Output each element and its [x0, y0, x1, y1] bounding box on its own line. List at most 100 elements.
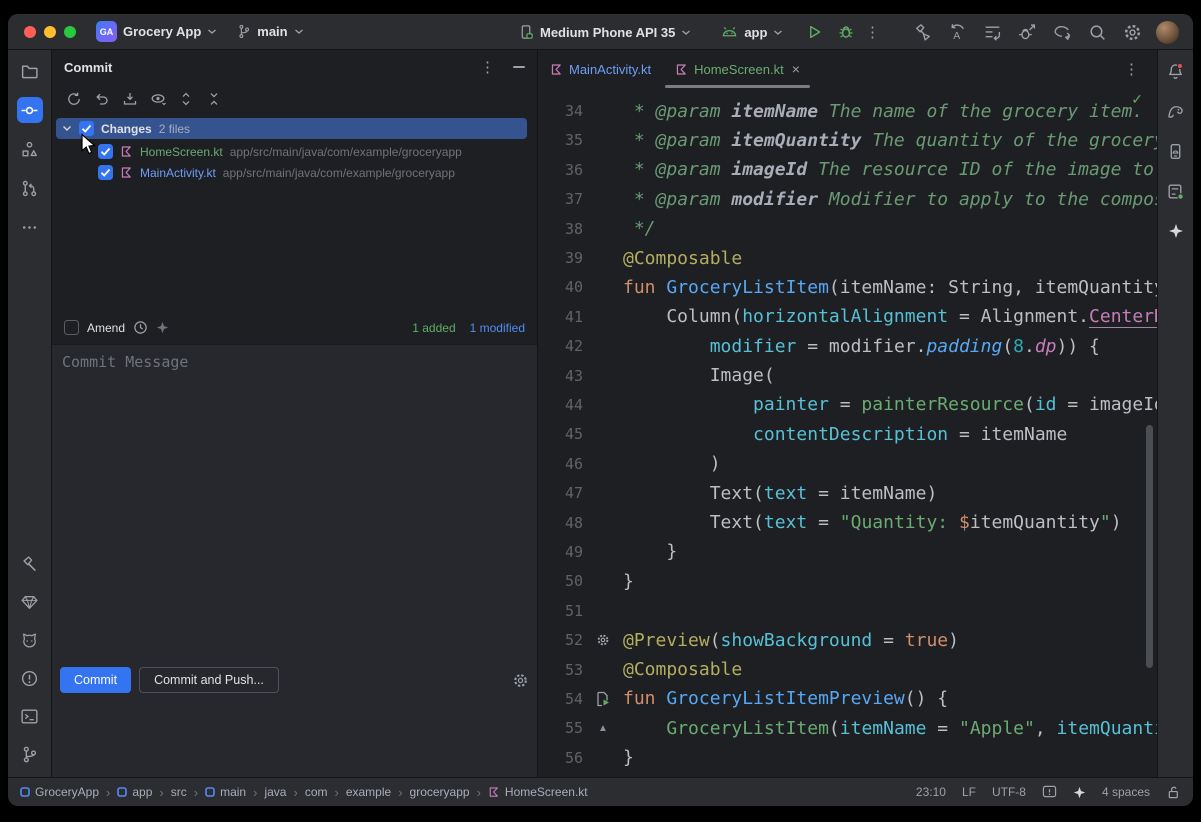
history-clock-icon[interactable]: [133, 320, 148, 335]
tab-mainactivity[interactable]: MainActivity.kt: [538, 50, 663, 88]
code-text[interactable]: GroceryListItem(itemName = "Apple", item…: [623, 718, 1157, 739]
line-number[interactable]: 51: [538, 602, 583, 620]
code-line[interactable]: 38 */: [538, 214, 1157, 243]
breadcrumb-item[interactable]: HomeScreen.kt: [488, 785, 588, 799]
code-text[interactable]: @Preview(showBackground = true): [623, 630, 959, 651]
line-number[interactable]: 36: [538, 161, 583, 179]
gradle-tool-button[interactable]: [1163, 98, 1189, 124]
line-number[interactable]: 53: [538, 661, 583, 679]
code-text[interactable]: }: [623, 571, 634, 592]
code-text[interactable]: * @param itemName The name of the grocer…: [623, 101, 1143, 122]
line-number[interactable]: 47: [538, 484, 583, 502]
attach-debugger-button[interactable]: [1016, 21, 1038, 43]
branch-widget[interactable]: main: [231, 21, 309, 42]
code-line[interactable]: 36 * @param imageId The resource ID of t…: [538, 155, 1157, 184]
code-line[interactable]: 43 Image(: [538, 361, 1157, 390]
code-text[interactable]: @Composable: [623, 659, 742, 680]
line-number[interactable]: 49: [538, 543, 583, 561]
device-selector[interactable]: Medium Phone API 35: [513, 21, 697, 43]
code-line[interactable]: 49 }: [538, 537, 1157, 566]
code-line[interactable]: 40 fun GroceryListItem(itemName: String, …: [538, 273, 1157, 302]
code-text[interactable]: }: [623, 541, 677, 562]
notifications-button[interactable]: [1163, 58, 1189, 84]
run-configuration-selector[interactable]: app: [715, 22, 789, 43]
code-text[interactable]: * @param itemQuantity The quantity of th…: [623, 130, 1157, 151]
code-text[interactable]: ): [623, 453, 721, 474]
breadcrumb-item[interactable]: groceryapp: [410, 785, 470, 799]
breadcrumb-item[interactable]: example: [346, 785, 391, 799]
more-run-options-button[interactable]: ⋮: [861, 21, 883, 43]
gutter-up-icon[interactable]: ▲: [583, 723, 623, 734]
line-number[interactable]: 43: [538, 367, 583, 385]
structure-tool-button[interactable]: [17, 136, 43, 162]
settings-button[interactable]: [1121, 21, 1143, 43]
file-checkbox[interactable]: [98, 165, 113, 180]
code-line[interactable]: 51: [538, 596, 1157, 625]
code-text[interactable]: }: [623, 747, 634, 768]
rollback-button[interactable]: [90, 87, 114, 111]
gutter-gear-icon[interactable]: [583, 633, 623, 647]
code-text[interactable]: modifier = modifier.padding(8.dp)) {: [623, 336, 1100, 357]
inspections-ok-icon[interactable]: ✓: [1131, 91, 1143, 108]
breadcrumb-item[interactable]: main: [205, 785, 246, 799]
user-avatar[interactable]: [1156, 21, 1179, 44]
code-line[interactable]: 55▲ GroceryListItem(itemName = "Apple", …: [538, 714, 1157, 743]
close-tab-icon[interactable]: ×: [792, 61, 800, 77]
line-number[interactable]: 46: [538, 455, 583, 473]
search-everywhere-button[interactable]: [1086, 21, 1108, 43]
line-number[interactable]: 54: [538, 690, 583, 708]
code-text[interactable]: Text(text = "Quantity: $itemQuantity"): [623, 512, 1122, 533]
code-line[interactable]: 54fun GroceryListItemPreview() {: [538, 684, 1157, 713]
code-line[interactable]: 37 * @param modifier Modifier to apply t…: [538, 185, 1157, 214]
collapse-all-button[interactable]: [202, 87, 226, 111]
project-widget[interactable]: GA Grocery App: [90, 18, 223, 45]
code-text[interactable]: * @param imageId The resource ID of the …: [623, 159, 1154, 180]
line-separator[interactable]: LF: [962, 785, 976, 799]
breadcrumb-item[interactable]: src: [171, 785, 187, 799]
logcat-tool-button[interactable]: [17, 627, 43, 653]
device-mirroring-button[interactable]: [1051, 21, 1073, 43]
commit-tool-button[interactable]: [17, 97, 43, 123]
code-line[interactable]: 33: [538, 88, 1157, 96]
debug-button[interactable]: [835, 21, 857, 43]
code-line[interactable]: 52 @Preview(showBackground = true): [538, 625, 1157, 654]
hide-panel-button[interactable]: [513, 66, 525, 68]
code-line[interactable]: 44 painter = painterResource(id = imageI…: [538, 390, 1157, 419]
changes-group-row[interactable]: Changes 2 files: [56, 118, 527, 139]
commit-options-button[interactable]: [512, 672, 529, 689]
line-number[interactable]: 33: [538, 88, 583, 91]
code-text[interactable]: Column(horizontalAlignment = Alignment.C…: [623, 306, 1157, 327]
code-text[interactable]: fun GroceryListItem(itemName: String, it…: [623, 277, 1157, 298]
run-button[interactable]: [803, 21, 825, 43]
code-line[interactable]: 35 * @param itemQuantity The quantity of…: [538, 126, 1157, 155]
code-line[interactable]: 56}: [538, 743, 1157, 772]
line-number[interactable]: 40: [538, 278, 583, 296]
problems-tool-button[interactable]: [17, 665, 43, 691]
expand-all-button[interactable]: [174, 87, 198, 111]
close-window-button[interactable]: [24, 26, 36, 38]
breadcrumb-item[interactable]: com: [305, 785, 328, 799]
breadcrumb-item[interactable]: java: [264, 785, 286, 799]
code-editor[interactable]: 33 34 * @param itemName The name of the g…: [538, 88, 1157, 777]
line-number[interactable]: 55: [538, 719, 583, 737]
code-line[interactable]: 34 * @param itemName The name of the gro…: [538, 96, 1157, 125]
code-line[interactable]: 53 @Composable: [538, 655, 1157, 684]
commit-and-push-button[interactable]: Commit and Push...: [139, 667, 279, 693]
line-number[interactable]: 45: [538, 425, 583, 443]
gemini-ai-button[interactable]: [1163, 218, 1189, 244]
running-devices-button[interactable]: [1163, 138, 1189, 164]
code-line[interactable]: 39@Composable: [538, 243, 1157, 272]
zoom-window-button[interactable]: [64, 26, 76, 38]
unlock-icon[interactable]: [1166, 785, 1181, 800]
code-text[interactable]: Image(: [623, 365, 775, 386]
line-number[interactable]: 52: [538, 631, 583, 649]
version-control-tool-button[interactable]: [17, 741, 43, 767]
line-number[interactable]: 34: [538, 102, 583, 120]
ai-rename-button[interactable]: A: [946, 21, 968, 43]
restore-actions-button[interactable]: [981, 21, 1003, 43]
line-number[interactable]: 38: [538, 220, 583, 238]
build-tool-button[interactable]: [17, 551, 43, 577]
shelve-button[interactable]: [118, 87, 142, 111]
inspection-widget-icon[interactable]: [1042, 785, 1057, 799]
breadcrumb-item[interactable]: app: [117, 785, 152, 799]
